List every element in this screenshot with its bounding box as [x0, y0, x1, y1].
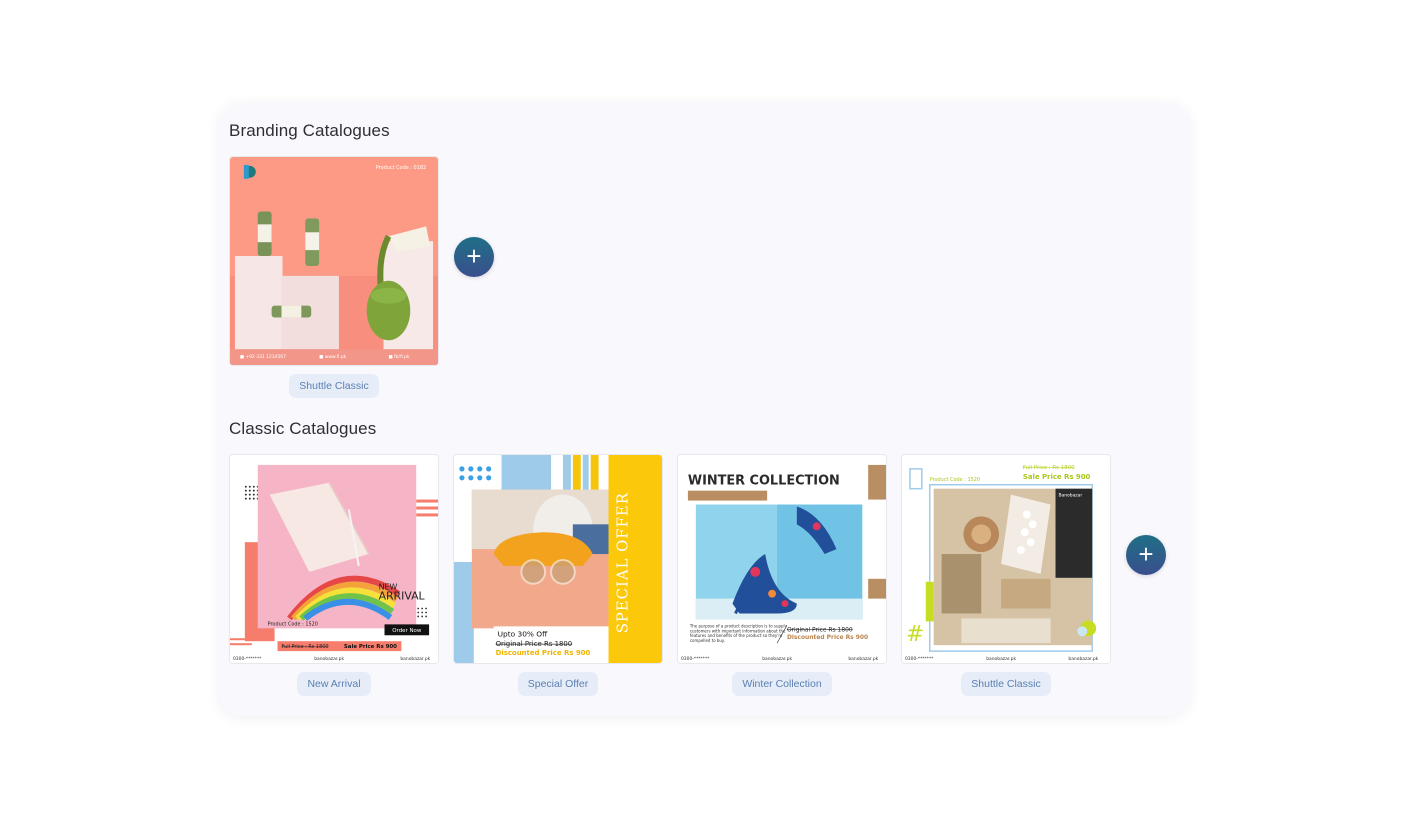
catalogue-card-classic-shuttle-classic[interactable]: Full Price : Rs 1800 Sale Price Rs 900 P… — [901, 454, 1111, 696]
svg-text:banobazar.pk: banobazar.pk — [986, 656, 1016, 662]
plus-icon: + — [1138, 539, 1154, 569]
catalogue-label-chip[interactable]: New Arrival — [297, 672, 371, 696]
svg-text:0300-*******: 0300-******* — [233, 656, 262, 662]
catalogue-thumbnail[interactable]: WINTER COLLECTION The purpose of a produ… — [677, 454, 887, 664]
classic-catalogue-row: NEW ARRIVAL Product Code : 1520 Order No… — [229, 454, 1125, 696]
brand-text: Banobazar — [1058, 493, 1082, 499]
product-code-text: Product Code : 0182 — [376, 165, 426, 171]
svg-text:#: # — [906, 622, 924, 647]
sunglasses-image: SPECIAL OFFER Upto 30% Off Original Pric… — [454, 455, 662, 663]
full-price-text: Full Price : Rs 1800 — [1023, 465, 1075, 471]
plus-icon: + — [466, 241, 482, 271]
add-classic-catalogue-button[interactable]: + — [1126, 535, 1166, 575]
svg-text:banobazar.pk: banobazar.pk — [848, 656, 878, 662]
catalogue-card-special-offer[interactable]: SPECIAL OFFER Upto 30% Off Original Pric… — [453, 454, 663, 696]
classic-catalogues-title: Classic Catalogues — [229, 419, 377, 438]
svg-text:0300-*******: 0300-******* — [905, 656, 934, 662]
discounted-price-text: Discounted Price Rs 900 — [787, 634, 868, 641]
headline: ARRIVAL — [379, 590, 425, 603]
winter-collection-headline: WINTER COLLECTION — [688, 474, 840, 489]
catalogue-thumbnail[interactable]: Product Code : 0182 ■ +92 331 1234567 ■ … — [229, 156, 439, 366]
catalogue-thumbnail[interactable]: Full Price : Rs 1800 Sale Price Rs 900 P… — [901, 454, 1111, 664]
discount-text: Upto 30% Off — [498, 629, 549, 638]
catalogue-thumbnail[interactable]: SPECIAL OFFER Upto 30% Off Original Pric… — [453, 454, 663, 664]
bath-kit-image: Full Price : Rs 1800 Sale Price Rs 900 P… — [902, 455, 1110, 663]
notebook-swatch-image: NEW ARRIVAL Product Code : 1520 Order No… — [230, 455, 438, 663]
branding-catalogues-title: Branding Catalogues — [229, 121, 390, 140]
svg-text:banobazar.pk: banobazar.pk — [762, 656, 792, 662]
catalogue-label-chip[interactable]: Special Offer — [517, 672, 599, 696]
discounted-price-text: Discounted Price Rs 900 — [496, 649, 591, 657]
svg-text:banobazar.pk: banobazar.pk — [400, 656, 430, 662]
svg-text:■ +92 331 1234567: ■ +92 331 1234567 — [240, 354, 286, 360]
svg-text:banobazar.pk: banobazar.pk — [1068, 656, 1098, 662]
catalogue-card-winter-collection[interactable]: WINTER COLLECTION The purpose of a produ… — [677, 454, 887, 696]
product-code-text: Product Code : 1520 — [268, 621, 318, 627]
high-heel-image: WINTER COLLECTION The purpose of a produ… — [678, 455, 886, 663]
catalogues-panel: Branding Catalogues Product Code : 0182 — [219, 103, 1190, 716]
catalogue-card-new-arrival[interactable]: NEW ARRIVAL Product Code : 1520 Order No… — [229, 454, 439, 696]
order-now-cta: Order Now — [392, 628, 422, 634]
sale-price-text: Sale Price Rs 900 — [1023, 473, 1091, 481]
svg-text:compelled to buy.: compelled to buy. — [690, 638, 725, 643]
catalogue-thumbnail[interactable]: NEW ARRIVAL Product Code : 1520 Order No… — [229, 454, 439, 664]
drinks-product-image: Product Code : 0182 ■ +92 331 1234567 ■ … — [230, 157, 438, 365]
catalogue-label-chip[interactable]: Shuttle Classic — [961, 672, 1051, 696]
full-price-text: Full Price : Rs 1800 — [282, 644, 329, 650]
special-offer-vertical-text: SPECIAL OFFER — [613, 492, 631, 633]
original-price-text: Original Price Rs 1800 — [787, 626, 853, 633]
catalogue-label-chip[interactable]: Shuttle Classic — [289, 374, 379, 398]
sale-price-text: Sale Price Rs 900 — [344, 644, 397, 650]
product-code-text: Product Code : 1520 — [930, 477, 980, 483]
svg-text:■ www.fi.pk: ■ www.fi.pk — [319, 354, 347, 360]
branding-catalogue-row: Product Code : 0182 ■ +92 331 1234567 ■ … — [229, 156, 453, 398]
svg-text:■ fb/fi.pk: ■ fb/fi.pk — [388, 354, 409, 360]
original-price-text: Original Price Rs 1800 — [496, 640, 573, 648]
catalogue-label-chip[interactable]: Winter Collection — [732, 672, 832, 696]
add-branding-catalogue-button[interactable]: + — [454, 237, 494, 277]
svg-text:banobazar.pk: banobazar.pk — [314, 656, 344, 662]
svg-text:0300-*******: 0300-******* — [681, 656, 710, 662]
catalogue-card-branding-shuttle-classic[interactable]: Product Code : 0182 ■ +92 331 1234567 ■ … — [229, 156, 439, 398]
